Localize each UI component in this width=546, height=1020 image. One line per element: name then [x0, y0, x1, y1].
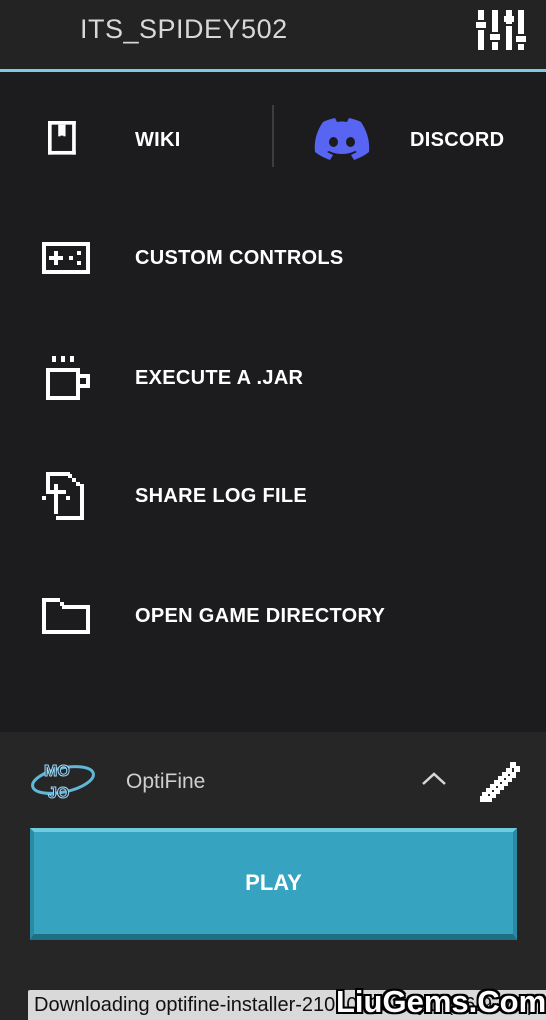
custom-controls-label: CUSTOM CONTROLS	[135, 246, 344, 269]
chevron-up-icon	[422, 772, 446, 785]
bookmark-page-icon	[48, 121, 76, 155]
edit-profile-button[interactable]	[478, 760, 522, 804]
settings-button[interactable]	[476, 6, 526, 54]
svg-text:MO: MO	[44, 763, 70, 780]
svg-text:JO: JO	[48, 785, 69, 802]
pencil-icon	[480, 762, 520, 802]
gamepad-icon	[42, 242, 90, 274]
coffee-cup-icon	[46, 356, 90, 400]
profile-logo[interactable]: MO JO	[30, 754, 96, 806]
profile-name[interactable]: OptiFine	[126, 770, 205, 794]
profile-selector-button[interactable]	[420, 768, 448, 790]
launcher-menu: WIKI DISCORD CUSTOM CONTROLS EXECUTE A .…	[0, 75, 546, 732]
top-bar: ITS_SPIDEY502	[0, 0, 546, 72]
share-log-button[interactable]: SHARE LOG FILE	[0, 441, 546, 551]
open-game-directory-label: OPEN GAME DIRECTORY	[135, 604, 386, 627]
share-log-label: SHARE LOG FILE	[135, 484, 307, 507]
wiki-label: WIKI	[135, 128, 181, 151]
launch-panel: MO JO OptiFine PLAY Downloading optifine…	[0, 732, 546, 1020]
discord-button[interactable]: DISCORD	[276, 85, 546, 195]
execute-jar-button[interactable]: EXECUTE A .JAR	[0, 323, 546, 433]
play-button[interactable]: PLAY	[30, 828, 517, 940]
discord-label: DISCORD	[410, 128, 505, 151]
watermark: LiuGems.Com	[336, 984, 546, 1019]
folder-icon	[42, 598, 90, 634]
custom-controls-button[interactable]: CUSTOM CONTROLS	[0, 203, 546, 313]
sliders-icon	[476, 10, 526, 50]
execute-jar-label: EXECUTE A .JAR	[135, 366, 304, 389]
wiki-button[interactable]: WIKI	[0, 85, 270, 195]
open-game-directory-button[interactable]: OPEN GAME DIRECTORY	[0, 561, 546, 671]
account-username[interactable]: ITS_SPIDEY502	[80, 14, 288, 45]
menu-divider	[272, 105, 274, 167]
mojo-logo-icon: MO JO	[31, 763, 95, 803]
share-file-icon	[42, 472, 84, 520]
discord-icon	[314, 118, 370, 160]
